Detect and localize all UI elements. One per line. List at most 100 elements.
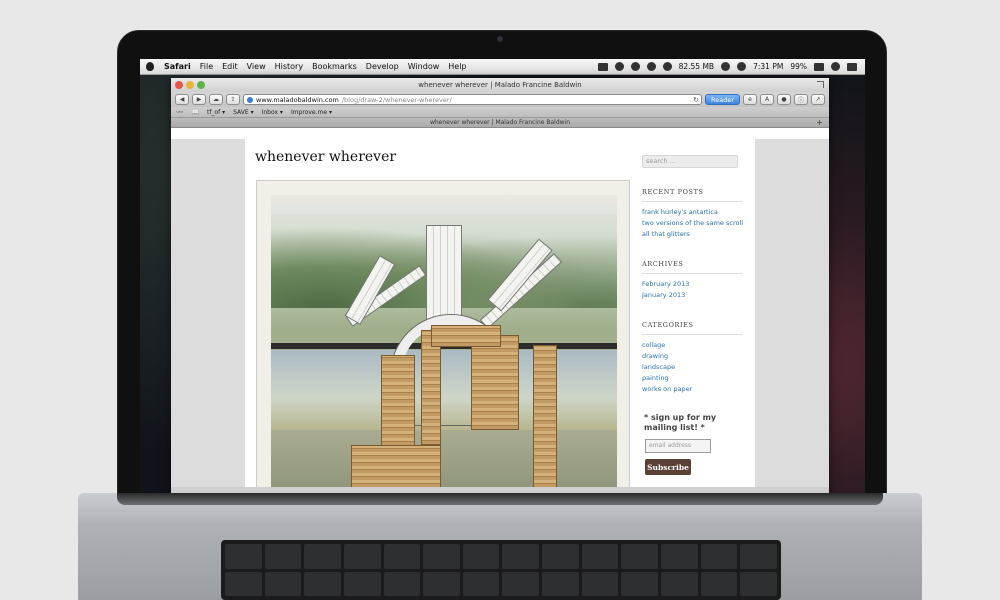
artwork-frame — [256, 180, 630, 493]
notification-list-icon[interactable] — [847, 62, 857, 71]
key — [343, 544, 381, 569]
key — [700, 571, 738, 596]
share-out-icon[interactable]: ↗ — [811, 94, 825, 105]
bookmark-item[interactable]: SAVE ▾ — [233, 109, 253, 116]
tab-bar: whenever wherever | Malado Francine Bald… — [171, 118, 829, 128]
menubar-extras: 82.55 MB 7:31 PM 99% — [597, 62, 865, 71]
key — [581, 544, 619, 569]
bookmark-item[interactable]: Improve.me ▾ — [291, 109, 332, 116]
screen: Safari File Edit View History Bookmarks … — [140, 59, 865, 493]
key — [304, 544, 341, 569]
forward-button[interactable]: ▶ — [192, 94, 206, 105]
key — [383, 544, 421, 569]
info-icon[interactable]: ⓘ — [794, 94, 808, 105]
evernote-icon[interactable] — [614, 62, 624, 71]
category-link[interactable]: drawing — [642, 351, 742, 362]
key — [462, 571, 500, 596]
text-size-icon[interactable]: A — [760, 94, 774, 105]
clock[interactable]: 7:31 PM — [753, 62, 783, 71]
address-bar[interactable]: www.maladobaldwin.com/blog/draw-2/whenev… — [243, 94, 702, 105]
artwork-paper-strip — [426, 225, 462, 325]
collage-artwork[interactable] — [271, 195, 617, 493]
spotlight-icon[interactable] — [831, 62, 840, 71]
reader-button[interactable]: Reader — [704, 94, 740, 105]
safari-window: whenever wherever | Malado Francine Bald… — [171, 78, 829, 493]
new-tab-icon[interactable]: + — [816, 118, 823, 128]
bluetooth-icon[interactable] — [662, 62, 672, 71]
site-favicon — [247, 96, 253, 103]
recent-post-link[interactable]: two versions of the same scroll — [642, 218, 743, 229]
bookmarks-bar: 👓 📖 tf_of ▾ SAVE ▾ Inbox ▾ Improve.me ▾ — [171, 107, 829, 118]
subscribe-button[interactable]: Subscribe — [645, 459, 691, 475]
menu-bookmarks[interactable]: Bookmarks — [312, 62, 357, 71]
post-title[interactable]: whenever wherever — [255, 149, 396, 165]
key — [423, 571, 460, 596]
webcam — [497, 36, 503, 42]
dropbox-icon[interactable] — [630, 62, 640, 71]
fullscreen-icon[interactable] — [817, 81, 824, 88]
key — [264, 571, 302, 596]
reading-list-icon[interactable]: 👓 — [176, 109, 183, 116]
close-window-button[interactable] — [175, 81, 183, 89]
key — [264, 544, 302, 569]
key — [700, 544, 738, 569]
traffic-lights — [175, 81, 205, 89]
wifi-icon[interactable] — [721, 62, 731, 71]
artwork-cork-piece — [431, 325, 501, 347]
recent-post-link[interactable]: frank hurley's antartica — [642, 207, 742, 218]
menu-develop[interactable]: Develop — [366, 62, 399, 71]
horizontal-scrollbar[interactable] — [171, 487, 829, 493]
artwork-cork-piece — [533, 345, 557, 493]
key — [740, 544, 777, 569]
category-link[interactable]: landscape — [642, 362, 742, 373]
extension-icon[interactable]: ● — [777, 94, 791, 105]
menu-edit[interactable]: Edit — [222, 62, 238, 71]
menu-help[interactable]: Help — [448, 62, 466, 71]
mac-menubar: Safari File Edit View History Bookmarks … — [140, 59, 865, 75]
reload-icon[interactable]: ↻ — [693, 96, 701, 104]
volume-icon[interactable] — [737, 62, 747, 71]
laptop-scene: Safari File Edit View History Bookmarks … — [0, 0, 1000, 600]
categories-heading: CATEGORIES — [642, 321, 742, 335]
category-link[interactable]: works on paper — [642, 384, 742, 395]
category-link[interactable]: painting — [642, 373, 742, 384]
apple-icon[interactable] — [146, 62, 154, 71]
menu-history[interactable]: History — [275, 62, 303, 71]
menu-file[interactable]: File — [200, 62, 213, 71]
key — [423, 544, 460, 569]
menu-view[interactable]: View — [247, 62, 266, 71]
key — [542, 544, 579, 569]
search-input[interactable]: search ... — [642, 155, 738, 168]
icloud-tabs-icon[interactable]: ☁ — [209, 94, 223, 105]
time-machine-icon[interactable] — [646, 62, 656, 71]
recent-post-link[interactable]: all that glitters — [642, 229, 742, 240]
back-button[interactable]: ◀ — [175, 94, 189, 105]
key — [383, 571, 421, 596]
email-field[interactable]: email address — [645, 439, 711, 453]
battery-status-icon[interactable] — [597, 62, 608, 71]
key — [225, 571, 262, 596]
zoom-window-button[interactable] — [197, 81, 205, 89]
category-link[interactable]: collage — [642, 340, 742, 351]
menu-window[interactable]: Window — [408, 62, 440, 71]
minimize-window-button[interactable] — [186, 81, 194, 89]
archive-link[interactable]: February 2013 — [642, 279, 742, 290]
memory-readout[interactable]: 82.55 MB — [679, 62, 714, 71]
archives-list: February 2013 January 2013 — [642, 279, 742, 301]
battery-icon[interactable] — [814, 62, 824, 71]
artwork-cork-piece — [421, 330, 441, 445]
battery-percent[interactable]: 99% — [790, 62, 807, 71]
share-icon[interactable]: ⇪ — [226, 94, 240, 105]
page-content: whenever wherever search ... RECENT POST… — [245, 139, 755, 493]
laptop-hinge — [117, 493, 883, 505]
window-titlebar[interactable]: whenever wherever | Malado Francine Bald… — [171, 78, 829, 92]
archive-link[interactable]: January 2013 — [642, 290, 742, 301]
key — [661, 544, 698, 569]
tab-active[interactable]: whenever wherever | Malado Francine Bald… — [430, 119, 570, 126]
extension-icon[interactable]: e — [743, 94, 757, 105]
bookmark-item[interactable]: Inbox ▾ — [262, 109, 283, 116]
bookmarks-icon[interactable]: 📖 — [191, 109, 198, 116]
bookmark-item[interactable]: tf_of ▾ — [207, 109, 225, 116]
menu-app-name[interactable]: Safari — [164, 62, 191, 71]
key — [502, 544, 540, 569]
